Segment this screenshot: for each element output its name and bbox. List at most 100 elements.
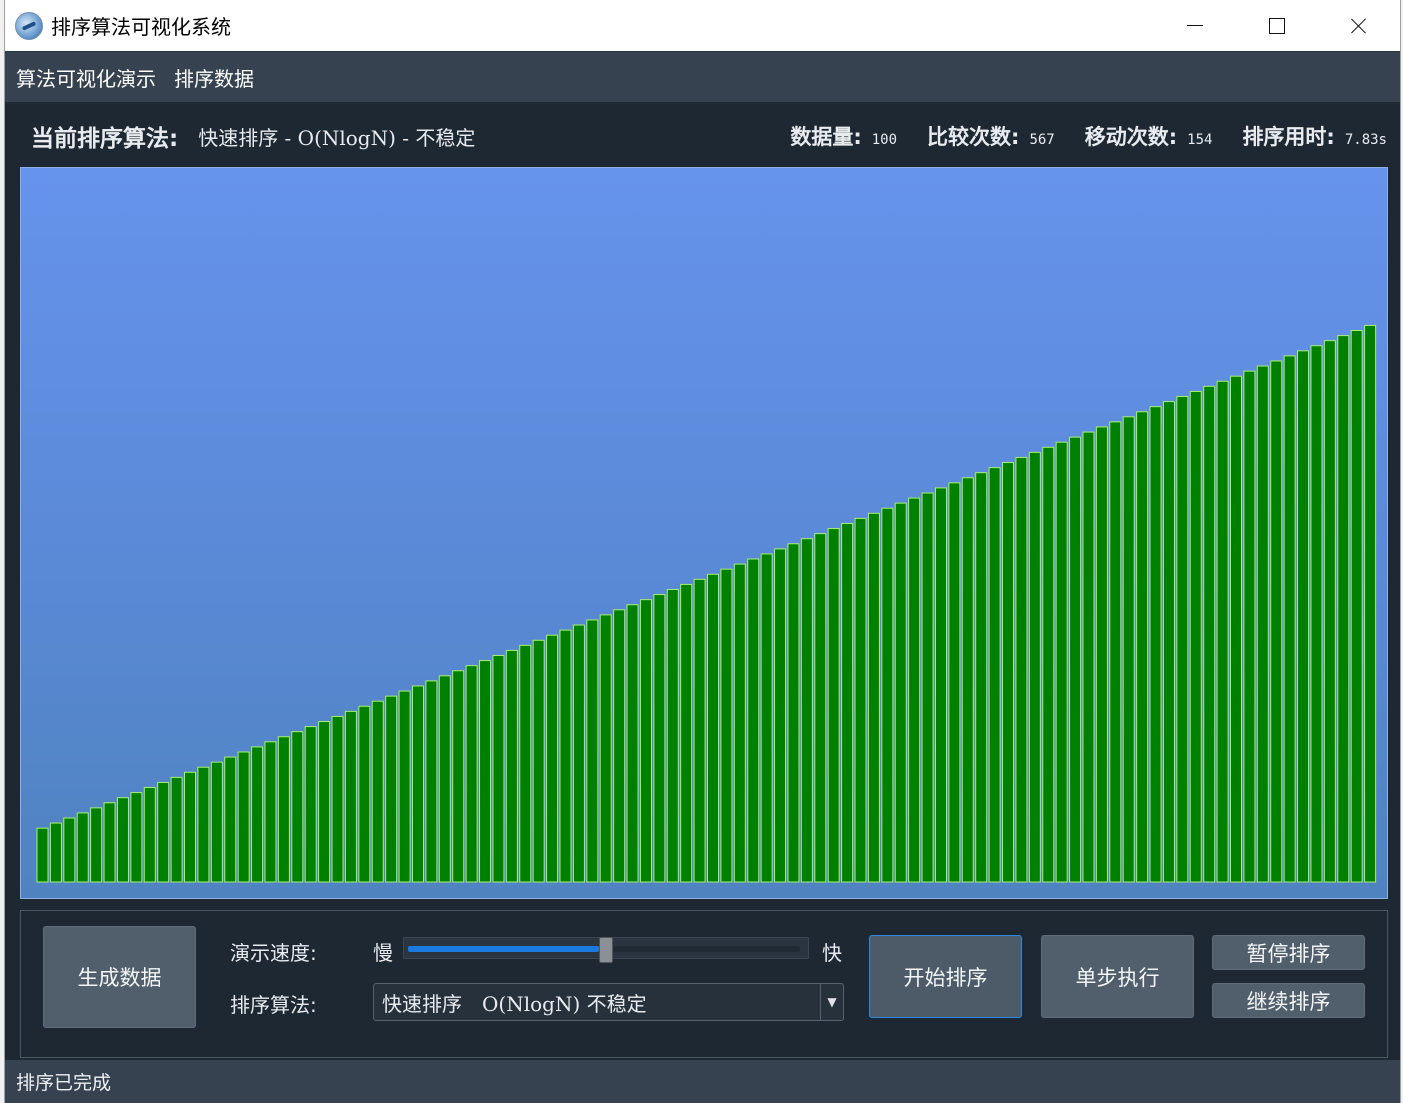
chevron-down-icon[interactable]: ▼ [820,984,843,1020]
bar-50 [693,578,706,883]
algorithm-label: 排序算法: [230,993,317,1017]
bar-17 [251,746,264,883]
bar-71 [975,472,988,883]
bar-74 [1015,456,1028,883]
algorithm-select[interactable]: 快速排序 O(NlogN) 不稳定 ▼ [373,983,844,1021]
algorithm-select-value: 快速排序 O(NlogN) 不稳定 [382,991,647,1016]
bar-63 [867,512,880,883]
bar-80 [1095,426,1108,883]
bar-81 [1109,421,1122,883]
slow-label: 慢 [373,941,393,965]
bar-95 [1297,350,1310,883]
bar-37 [519,644,532,883]
bar-46 [639,599,652,883]
bar-18 [264,741,277,883]
bar-68 [934,487,947,883]
bar-82 [1122,416,1135,883]
speed-slider[interactable] [403,937,809,963]
bar-85 [1162,401,1175,883]
move-count-value: 154 [1187,132,1213,148]
bar-15 [224,756,237,883]
bar-8 [130,792,143,883]
bar-12 [184,771,197,883]
resume-sort-button[interactable]: 继续排序 [1212,983,1365,1018]
bar-1 [36,827,49,883]
bar-88 [1203,385,1216,883]
bar-98 [1337,335,1350,883]
bar-78 [1069,436,1082,883]
bar-91 [1243,370,1256,883]
bar-93 [1270,360,1283,883]
bar-48 [666,588,679,883]
bar-3 [63,817,76,883]
bar-22 [318,721,331,883]
app-window: 排序算法可视化系统 算法可视化演示 排序数据 当前排序算法: 快速排序 - O(… [4,0,1401,1103]
bar-79 [1082,431,1095,883]
bar-54 [747,558,760,883]
speed-slider-handle[interactable] [599,937,613,963]
bar-92 [1256,365,1269,883]
bar-83 [1136,411,1149,883]
bar-60 [827,528,840,883]
menu-item-visualization[interactable]: 算法可视化演示 [9,63,163,92]
start-sort-button[interactable]: 开始排序 [869,935,1022,1018]
data-count-value: 100 [871,132,898,148]
bar-32 [452,670,465,883]
bar-36 [505,649,518,883]
compare-count-stat: 比较次数: 567 [927,121,1055,151]
bar-30 [425,680,438,883]
bar-84 [1149,406,1162,883]
window-title: 排序算法可视化系统 [51,15,231,39]
close-icon [1351,18,1367,34]
bar-10 [157,781,170,883]
main-panel: 当前排序算法: 快速排序 - O(NlogN) - 不稳定 数据量: 100 比… [5,104,1400,1060]
bar-31 [438,675,451,883]
bar-49 [680,583,693,883]
bar-61 [841,522,854,883]
bar-19 [277,736,290,883]
bar-75 [1028,451,1041,883]
bar-42 [586,619,599,883]
current-algorithm-value: 快速排序 - O(NlogN) - 不稳定 [198,125,476,150]
bar-99 [1350,330,1363,883]
bar-34 [479,660,492,883]
bar-39 [546,634,559,883]
window-controls [1154,0,1400,51]
speed-label: 演示速度: [230,941,317,965]
step-execute-button[interactable]: 单步执行 [1041,935,1194,1018]
bar-26 [371,700,384,883]
bar-53 [733,563,746,883]
bar-6 [103,802,116,883]
info-bar: 当前排序算法: 快速排序 - O(NlogN) - 不稳定 数据量: 100 比… [5,104,1400,168]
bar-28 [398,690,411,883]
bar-5 [90,807,103,883]
bar-21 [304,726,317,883]
status-bar: 排序已完成 [5,1060,1400,1103]
bar-64 [881,507,894,883]
minimize-button[interactable] [1154,0,1236,51]
bar-38 [532,639,545,883]
generate-data-button[interactable]: 生成数据 [43,926,196,1028]
compare-count-label: 比较次数: [927,125,1020,149]
pause-sort-button[interactable]: 暂停排序 [1212,935,1365,970]
bar-70 [961,477,974,883]
maximize-button[interactable] [1236,0,1318,51]
bar-14 [210,761,223,883]
bar-94 [1283,355,1296,883]
bar-2 [49,822,62,883]
speed-slider-fill [408,946,599,952]
fast-label: 快 [822,941,842,965]
bar-chart-svg [36,324,1377,883]
menu-item-sort-data[interactable]: 排序数据 [167,63,261,92]
minimize-icon [1187,25,1203,26]
close-button[interactable] [1318,0,1400,51]
title-bar: 排序算法可视化系统 [5,0,1400,51]
bar-76 [1042,446,1055,883]
bar-89 [1216,380,1229,883]
bar-29 [411,685,424,883]
bar-55 [760,553,773,883]
bar-40 [559,629,572,883]
bar-33 [465,665,478,883]
current-algorithm-label: 当前排序算法: [31,126,179,152]
bar-87 [1189,390,1202,883]
